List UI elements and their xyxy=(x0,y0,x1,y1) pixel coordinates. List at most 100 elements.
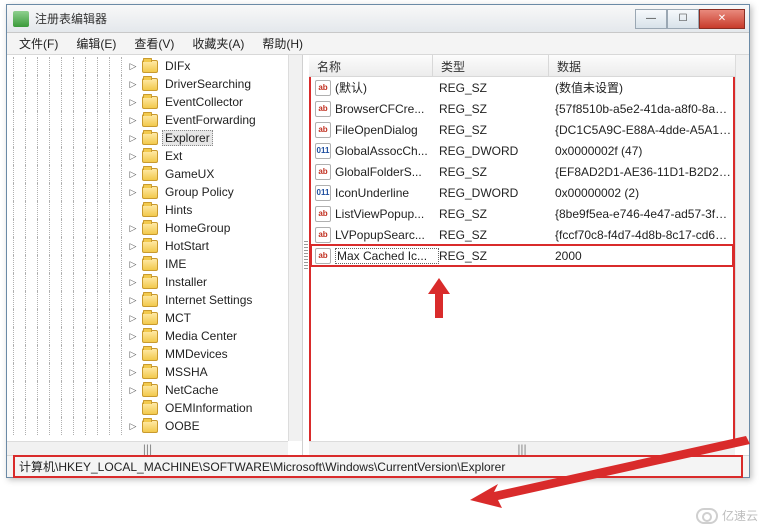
folder-icon xyxy=(142,78,158,91)
expander-icon[interactable]: ▷ xyxy=(127,168,139,180)
list-header: 名称 类型 数据 xyxy=(309,55,749,77)
string-icon: ab xyxy=(315,80,331,96)
expander-icon[interactable]: ▷ xyxy=(127,366,139,378)
tree-node[interactable]: ▷ Explorer xyxy=(7,129,288,147)
folder-icon xyxy=(142,348,158,361)
tree-node[interactable]: Hints xyxy=(7,201,288,219)
list-row[interactable]: abBrowserCFCre...REG_SZ{57f8510b-a5e2-41… xyxy=(311,98,733,119)
folder-icon xyxy=(142,276,158,289)
menu-help[interactable]: 帮助(H) xyxy=(254,33,311,54)
value-type: REG_SZ xyxy=(439,165,555,179)
tree-node-label: Internet Settings xyxy=(162,293,255,307)
folder-icon xyxy=(142,366,158,379)
value-data: 0x00000002 (2) xyxy=(555,186,733,200)
tree-node-label: EventForwarding xyxy=(162,113,259,127)
tree-node[interactable]: ▷ MMDevices xyxy=(7,345,288,363)
tree-node[interactable]: ▷ Internet Settings xyxy=(7,291,288,309)
list-row[interactable]: abGlobalFolderS...REG_SZ{EF8AD2D1-AE36-1… xyxy=(311,161,733,182)
tree-node-label: MMDevices xyxy=(162,347,231,361)
expander-icon[interactable]: ▷ xyxy=(127,258,139,270)
expander-icon[interactable] xyxy=(127,402,139,414)
expander-icon[interactable]: ▷ xyxy=(127,240,139,252)
expander-icon[interactable]: ▷ xyxy=(127,276,139,288)
list-row[interactable]: abMax Cached Ic...REG_SZ2000 xyxy=(311,245,733,266)
maximize-button[interactable]: ☐ xyxy=(667,9,699,29)
title-bar[interactable]: 注册表编辑器 — ☐ ✕ xyxy=(7,5,749,33)
folder-icon xyxy=(142,114,158,127)
tree-node[interactable]: ▷HotStart xyxy=(7,237,288,255)
list-row[interactable]: abListViewPopup...REG_SZ{8be9f5ea-e746-4… xyxy=(311,203,733,224)
close-button[interactable]: ✕ xyxy=(699,9,745,29)
tree-node[interactable]: ▷ DriverSearching xyxy=(7,75,288,93)
tree-node[interactable]: ▷NetCache xyxy=(7,381,288,399)
tree-node-label: Explorer xyxy=(162,130,213,146)
tree-node-label: Media Center xyxy=(162,329,240,343)
col-header-name[interactable]: 名称 xyxy=(309,55,433,76)
tree-node[interactable]: ▷ DIFx xyxy=(7,57,288,75)
list-row[interactable]: 011GlobalAssocCh...REG_DWORD0x0000002f (… xyxy=(311,140,733,161)
list-vscrollbar[interactable] xyxy=(735,55,749,441)
expander-icon[interactable]: ▷ xyxy=(127,294,139,306)
list-row[interactable]: abFileOpenDialogREG_SZ{DC1C5A9C-E88A-4dd… xyxy=(311,119,733,140)
value-type: REG_SZ xyxy=(439,102,555,116)
menu-file[interactable]: 文件(F) xyxy=(11,33,66,54)
expander-icon[interactable]: ▷ xyxy=(127,420,139,432)
list-row[interactable]: abLVPopupSearc...REG_SZ{fccf70c8-f4d7-4d… xyxy=(311,224,733,245)
tree-node[interactable]: ▷Group Policy xyxy=(7,183,288,201)
menu-view[interactable]: 查看(V) xyxy=(126,33,182,54)
expander-icon[interactable]: ▷ xyxy=(127,132,139,144)
expander-icon[interactable] xyxy=(127,204,139,216)
minimize-button[interactable]: — xyxy=(635,9,667,29)
col-header-type[interactable]: 类型 xyxy=(433,55,549,76)
tree-node-label: Installer xyxy=(162,275,210,289)
tree-node-label: OOBE xyxy=(162,419,203,433)
list-body[interactable]: ab(默认)REG_SZ(数值未设置)abBrowserCFCre...REG_… xyxy=(309,77,735,441)
tree-node[interactable]: ▷GameUX xyxy=(7,165,288,183)
tree-node-label: MSSHA xyxy=(162,365,211,379)
tree-node[interactable]: ▷ Installer xyxy=(7,273,288,291)
menu-favorites[interactable]: 收藏夹(A) xyxy=(184,33,252,54)
watermark: 亿速云 xyxy=(696,507,758,524)
tree-node[interactable]: ▷MCT xyxy=(7,309,288,327)
tree-node[interactable]: ▷ MSSHA xyxy=(7,363,288,381)
tree-node-label: DriverSearching xyxy=(162,77,254,91)
expander-icon[interactable]: ▷ xyxy=(127,330,139,342)
expander-icon[interactable]: ▷ xyxy=(127,96,139,108)
window-buttons: — ☐ ✕ xyxy=(635,9,745,29)
tree-node[interactable]: ▷IME xyxy=(7,255,288,273)
expander-icon[interactable]: ▷ xyxy=(127,312,139,324)
value-data: {fccf70c8-f4d7-4d8b-8c17-cd6715e xyxy=(555,228,733,242)
tree-hscrollbar[interactable]: ||| xyxy=(7,441,288,455)
tree-node-label: DIFx xyxy=(162,59,193,73)
tree-node[interactable]: ▷ HomeGroup xyxy=(7,219,288,237)
tree-node[interactable]: ▷ OOBE xyxy=(7,417,288,435)
expander-icon[interactable]: ▷ xyxy=(127,186,139,198)
tree-scroll-area[interactable]: ▷DIFx▷DriverSearching▷EventCollector▷Eve… xyxy=(7,55,288,441)
menu-edit[interactable]: 编辑(E) xyxy=(68,33,124,54)
value-name: GlobalFolderS... xyxy=(335,165,439,179)
tree-pane: ▷DIFx▷DriverSearching▷EventCollector▷Eve… xyxy=(7,55,303,455)
tree-node[interactable]: ▷ Media Center xyxy=(7,327,288,345)
expander-icon[interactable]: ▷ xyxy=(127,348,139,360)
value-name: FileOpenDialog xyxy=(335,123,439,137)
tree-node[interactable]: OEMInformation xyxy=(7,399,288,417)
list-hscrollbar[interactable]: ||| xyxy=(309,441,735,455)
expander-icon[interactable]: ▷ xyxy=(127,222,139,234)
tree-vscrollbar[interactable] xyxy=(288,55,302,441)
string-icon: ab xyxy=(315,227,331,243)
col-header-data[interactable]: 数据 xyxy=(549,55,749,76)
list-row[interactable]: ab(默认)REG_SZ(数值未设置) xyxy=(311,77,733,98)
expander-icon[interactable]: ▷ xyxy=(127,78,139,90)
expander-icon[interactable]: ▷ xyxy=(127,150,139,162)
expander-icon[interactable]: ▷ xyxy=(127,60,139,72)
value-data: {EF8AD2D1-AE36-11D1-B2D2-0060 xyxy=(555,165,733,179)
tree-node[interactable]: ▷Ext xyxy=(7,147,288,165)
tree-node[interactable]: ▷ EventForwarding xyxy=(7,111,288,129)
window-title: 注册表编辑器 xyxy=(35,10,635,27)
tree-node-label: HomeGroup xyxy=(162,221,233,235)
list-row[interactable]: 011IconUnderlineREG_DWORD0x00000002 (2) xyxy=(311,182,733,203)
expander-icon[interactable]: ▷ xyxy=(127,384,139,396)
string-icon: ab xyxy=(315,248,331,264)
expander-icon[interactable]: ▷ xyxy=(127,114,139,126)
tree-node[interactable]: ▷EventCollector xyxy=(7,93,288,111)
